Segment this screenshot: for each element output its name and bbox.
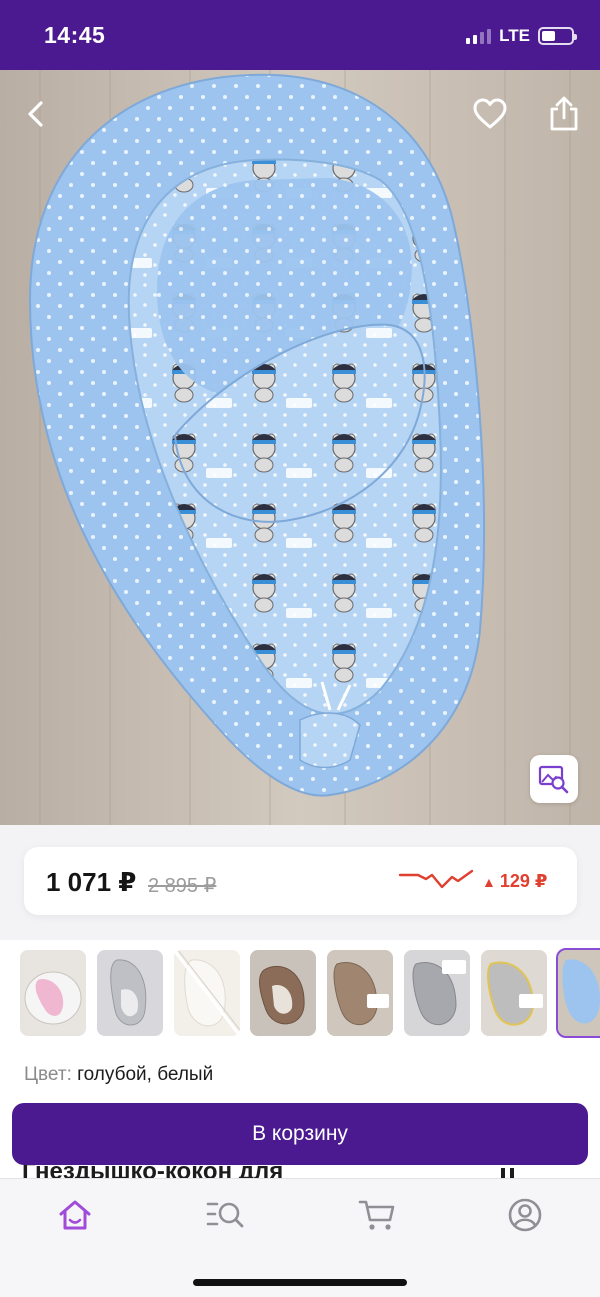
share-icon [550,96,578,131]
product-image [0,70,600,825]
price-trend-icon [398,869,474,889]
image-search-icon [538,765,569,794]
thumb-6[interactable] [404,950,470,1036]
nav-catalog[interactable] [203,1195,247,1235]
price-change-value: 129 ₽ [499,871,548,891]
thumb-7[interactable] [481,950,547,1036]
thumbnail-strip[interactable] [0,940,600,1050]
color-value: голубой, белый [77,1064,214,1085]
product-photo-thumb [558,950,600,1036]
triangle-up-icon: ▲ [482,873,496,890]
product-photo[interactable] [0,70,600,825]
profile-icon [508,1198,542,1232]
thumb-4[interactable] [250,950,316,1036]
product-photo-thumb [327,950,393,1036]
product-photo-thumb [97,950,163,1036]
price-section: 1 071 ₽ 2 895 ₽ ▲ 129 ₽ [0,825,600,940]
thumb-8[interactable] [556,948,600,1038]
color-info: Цвет: голубой, белый [24,1064,213,1086]
thumb-2[interactable] [97,950,163,1036]
back-button[interactable] [12,90,60,138]
product-photo-thumb [481,950,547,1036]
current-price: 1 071 ₽ [46,867,137,897]
product-photo-thumb [174,950,240,1036]
nav-home[interactable] [53,1195,97,1235]
home-icon [59,1200,91,1230]
price-change: ▲ 129 ₽ [482,871,547,892]
nav-cart[interactable] [355,1195,399,1235]
nav-profile[interactable] [503,1195,547,1235]
home-indicator [193,1279,407,1286]
share-button[interactable] [540,90,588,138]
status-time: 14:45 [44,22,106,48]
signal-icon [466,28,492,44]
heart-outline-icon [473,98,507,129]
thumb-3[interactable] [174,950,240,1036]
status-bar: 14:45 LTE [0,0,600,70]
favorite-button[interactable] [466,90,514,138]
product-photo-thumb [250,950,316,1036]
network-type: LTE [499,26,530,45]
add-to-cart-button[interactable]: В корзину [12,1103,588,1165]
bottom-navigation [0,1178,600,1297]
product-photo-thumb [404,950,470,1036]
thumb-1[interactable] [20,950,86,1036]
catalog-search-icon [206,1202,244,1228]
visual-search-button[interactable] [530,755,578,803]
thumb-5[interactable] [327,950,393,1036]
old-price: 2 895 ₽ [148,875,217,897]
status-indicators: LTE [466,26,577,46]
battery-icon [538,27,577,45]
cart-icon [358,1200,395,1230]
price-card[interactable]: 1 071 ₽ 2 895 ₽ ▲ 129 ₽ [24,847,577,915]
chevron-left-icon [28,101,43,127]
product-photo-thumb [20,950,86,1036]
color-label: Цвет: [24,1064,72,1085]
